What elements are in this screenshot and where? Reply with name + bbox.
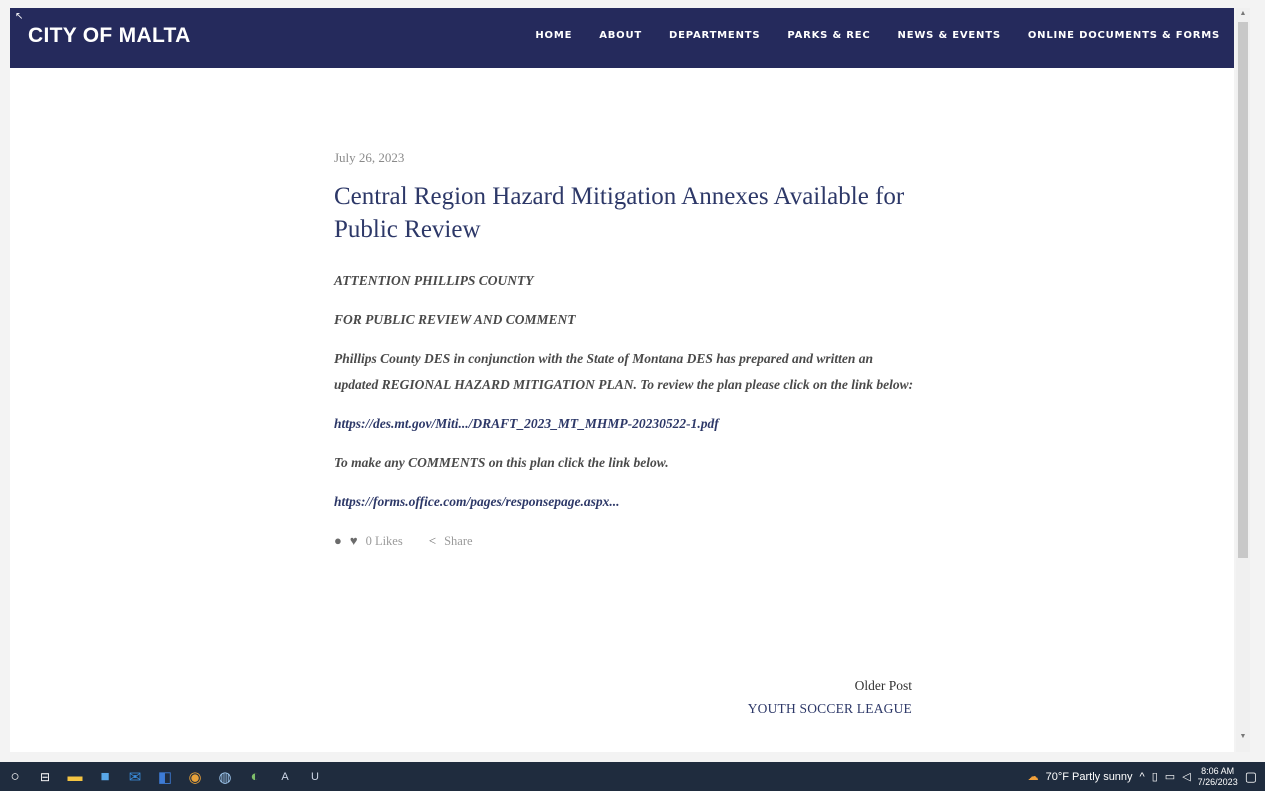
- nav-about[interactable]: ABOUT: [599, 30, 642, 41]
- mail-icon[interactable]: ✉: [120, 762, 150, 791]
- blog-post: July 26, 2023 Central Region Hazard Miti…: [334, 150, 914, 549]
- post-title[interactable]: Central Region Hazard Mitigation Annexes…: [334, 180, 914, 246]
- post-paragraph-review: FOR PUBLIC REVIEW AND COMMENT: [334, 312, 576, 327]
- volume-icon[interactable]: ◁: [1182, 770, 1190, 783]
- post-pagination: Older Post YOUTH SOCCER LEAGUE: [710, 678, 912, 717]
- site-header: ↖ CITY OF MALTA HOME ABOUT DEPARTMENTS P…: [10, 8, 1234, 68]
- clock-time: 8:06 AM: [1201, 765, 1235, 776]
- store-icon[interactable]: ■: [90, 762, 120, 791]
- nav-news-events[interactable]: NEWS & EVENTS: [898, 30, 1001, 41]
- post-paragraph-attention: ATTENTION PHILLIPS COUNTY: [334, 273, 534, 288]
- post-paragraph-comments: To make any COMMENTS on this plan click …: [334, 455, 669, 470]
- main-nav: HOME ABOUT DEPARTMENTS PARKS & REC NEWS …: [535, 30, 1220, 41]
- post-body: ATTENTION PHILLIPS COUNTY FOR PUBLIC REV…: [334, 268, 914, 515]
- notification-icon[interactable]: ▢: [1245, 769, 1257, 785]
- comment-form-link[interactable]: https://forms.office.com/pages/responsep…: [334, 489, 914, 515]
- chrome-icon[interactable]: ◉: [180, 762, 210, 791]
- app-ub-icon[interactable]: U: [300, 762, 330, 791]
- clock-date: 7/26/2023: [1197, 776, 1238, 787]
- older-post-link[interactable]: YOUTH SOCCER LEAGUE: [710, 701, 912, 717]
- scroll-down-icon[interactable]: ▼: [1236, 733, 1250, 740]
- windows-taskbar: ○ ⊟ ▬ ■ ✉ ◧ ◉ ◍ ◐ A U ☁ 70°F Partly sunn…: [0, 762, 1265, 791]
- outlook-icon[interactable]: ◧: [150, 762, 180, 791]
- battery-icon[interactable]: ▯: [1152, 770, 1158, 783]
- nav-online-documents[interactable]: ONLINE DOCUMENTS & FORMS: [1028, 30, 1220, 41]
- system-tray: ☁ 70°F Partly sunny ^ ▯ ▭ ◁ 8:06 AM 7/26…: [1028, 762, 1265, 791]
- chevron-up-icon[interactable]: ^: [1140, 771, 1145, 783]
- nav-departments[interactable]: DEPARTMENTS: [669, 30, 760, 41]
- older-post-label: Older Post: [854, 678, 912, 693]
- share-button[interactable]: Share: [444, 534, 472, 549]
- file-explorer-icon[interactable]: ▬: [60, 762, 90, 791]
- post-paragraph-description: Phillips County DES in conjunction with …: [334, 351, 914, 392]
- network-icon[interactable]: ▭: [1165, 770, 1175, 783]
- site-title[interactable]: CITY OF MALTA: [28, 24, 191, 48]
- heart-icon[interactable]: ♥: [350, 533, 358, 549]
- app-circle-icon[interactable]: ◍: [210, 762, 240, 791]
- scroll-thumb[interactable]: [1238, 22, 1248, 558]
- weather-text[interactable]: 70°F Partly sunny: [1046, 771, 1133, 783]
- task-view-icon[interactable]: ⊟: [30, 762, 60, 791]
- post-date: July 26, 2023: [334, 150, 405, 165]
- app-ab-icon[interactable]: A: [270, 762, 300, 791]
- nav-parks-rec[interactable]: PARKS & REC: [787, 30, 870, 41]
- post-actions: ● ♥ 0 Likes < Share: [334, 533, 914, 549]
- weather-icon[interactable]: ☁: [1028, 770, 1039, 783]
- browser-viewport: ↖ CITY OF MALTA HOME ABOUT DEPARTMENTS P…: [0, 0, 1265, 762]
- scroll-up-icon[interactable]: ▲: [1236, 10, 1250, 17]
- app-globe-icon[interactable]: ◐: [240, 762, 270, 791]
- web-page: ↖ CITY OF MALTA HOME ABOUT DEPARTMENTS P…: [10, 8, 1234, 752]
- share-icon[interactable]: <: [429, 533, 436, 549]
- plan-pdf-link[interactable]: https://des.mt.gov/Miti.../DRAFT_2023_MT…: [334, 411, 914, 437]
- clock[interactable]: 8:06 AM 7/26/2023: [1198, 766, 1238, 788]
- search-circle-icon[interactable]: ○: [0, 762, 30, 791]
- likes-count[interactable]: 0 Likes: [366, 534, 403, 549]
- page-scrollbar[interactable]: ▲ ▼: [1236, 8, 1250, 752]
- cursor-icon: ↖: [15, 11, 24, 22]
- comment-icon[interactable]: ●: [334, 533, 342, 549]
- nav-home[interactable]: HOME: [535, 30, 572, 41]
